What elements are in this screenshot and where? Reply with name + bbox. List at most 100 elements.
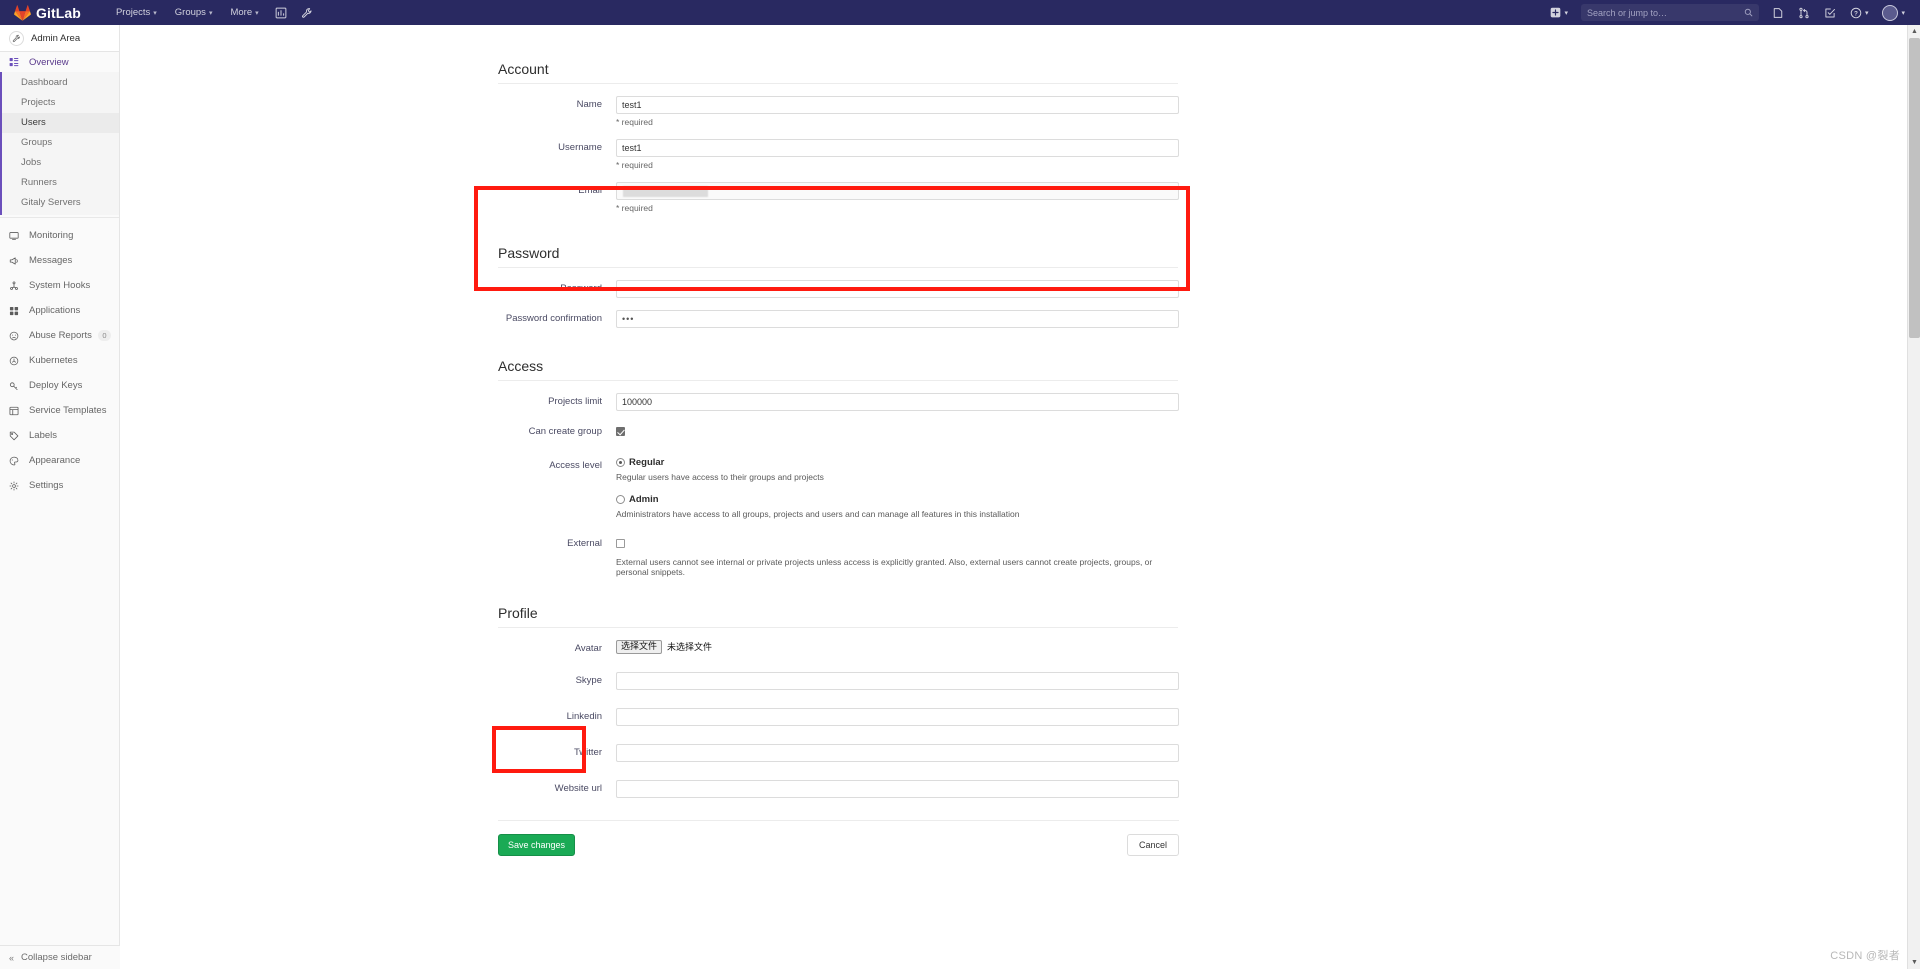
- sidebar-item-service-templates[interactable]: Service Templates: [0, 398, 119, 423]
- nav-link-more[interactable]: More ▾: [221, 0, 267, 25]
- website-url-input[interactable]: [616, 780, 1179, 798]
- plus-square-icon[interactable]: ▾: [1543, 0, 1575, 25]
- sidebar-item-deploy-keys[interactable]: Deploy Keys: [0, 373, 119, 398]
- projects-limit-input[interactable]: 100000: [616, 393, 1179, 411]
- account-section-title: Account: [498, 61, 1178, 84]
- sidebar-item-system-hooks[interactable]: System Hooks: [0, 273, 119, 298]
- sidebar-divider: [0, 217, 119, 218]
- access-level-option-admin[interactable]: Admin: [616, 494, 1178, 505]
- nav-link-projects[interactable]: Projects ▾: [107, 0, 166, 25]
- hook-icon: [9, 280, 22, 291]
- password-input[interactable]: •••: [616, 280, 1179, 298]
- sidebar-item-runners[interactable]: Runners: [2, 173, 119, 193]
- gitlab-home-link[interactable]: GitLab: [0, 0, 89, 25]
- email-input[interactable]: [616, 182, 1179, 200]
- sidebar-item-dashboard[interactable]: Dashboard: [2, 73, 119, 93]
- collapse-sidebar-button[interactable]: « Collapse sidebar: [0, 945, 120, 969]
- username-input[interactable]: test1: [616, 139, 1179, 157]
- template-icon: [9, 406, 22, 416]
- field-website-url: Website url: [498, 780, 1179, 798]
- sidebar-item-applications[interactable]: Applications: [0, 298, 119, 323]
- password-label: Password: [560, 283, 602, 294]
- sidebar-item-users[interactable]: Users: [2, 113, 119, 133]
- username-required-hint: * required: [616, 160, 653, 170]
- sidebar-item-abuse-reports[interactable]: Abuse Reports 0: [0, 323, 119, 348]
- admin-description: Administrators have access to all groups…: [616, 509, 1020, 519]
- sidebar-item-gitaly-servers[interactable]: Gitaly Servers: [2, 193, 119, 213]
- sidebar-item-jobs[interactable]: Jobs: [2, 153, 119, 173]
- sidebar-item-appearance[interactable]: Appearance: [0, 448, 119, 473]
- todos-checklist-icon[interactable]: [1817, 0, 1843, 25]
- analytics-chart-icon[interactable]: [268, 0, 294, 25]
- sidebar-item-label: System Hooks: [29, 280, 91, 291]
- field-projects-limit: Projects limit 100000: [498, 393, 1179, 411]
- sidebar-item-label: Settings: [29, 480, 64, 491]
- twitter-input[interactable]: [616, 744, 1179, 762]
- gitlab-tanuki-icon: [14, 4, 31, 21]
- chevron-down-icon: ▾: [255, 10, 259, 17]
- twitter-label: Twitter: [574, 747, 602, 758]
- username-label: Username: [558, 142, 602, 153]
- can-create-group-checkbox[interactable]: [616, 427, 625, 437]
- key-icon: [9, 381, 22, 391]
- sidebar-item-overview[interactable]: Overview: [0, 52, 119, 72]
- sidebar-item-monitoring[interactable]: Monitoring: [0, 223, 119, 248]
- admin-radio[interactable]: [616, 495, 625, 504]
- sidebar-item-label: Appearance: [29, 455, 81, 466]
- field-can-create-group: Can create group: [498, 423, 1178, 441]
- regular-radio[interactable]: [616, 458, 625, 467]
- skype-input[interactable]: [616, 672, 1179, 690]
- merge-request-icon[interactable]: [1791, 0, 1817, 25]
- external-label: External: [567, 538, 602, 549]
- user-menu[interactable]: ▾: [1875, 0, 1912, 25]
- sidebar-item-projects[interactable]: Projects: [2, 93, 119, 113]
- external-checkbox[interactable]: [616, 539, 625, 549]
- field-external: External External users cannot see inter…: [498, 535, 1178, 577]
- name-input[interactable]: test1: [616, 96, 1179, 114]
- sidebar-item-messages[interactable]: Messages: [0, 248, 119, 273]
- cancel-button[interactable]: Cancel: [1126, 834, 1179, 856]
- scroll-up-arrow-icon[interactable]: ▲: [1908, 25, 1920, 38]
- password-confirmation-input[interactable]: •••: [616, 310, 1179, 328]
- collapse-sidebar-label: Collapse sidebar: [21, 952, 92, 963]
- wrench-icon: [9, 30, 24, 46]
- sidebar-item-groups[interactable]: Groups: [2, 133, 119, 153]
- search-input[interactable]: Search or jump to…: [1580, 4, 1759, 22]
- admin-wrench-icon[interactable]: [294, 0, 320, 25]
- account-section: Account Name test1 * required Username t…: [498, 25, 1179, 213]
- sidebar-item-labels[interactable]: Labels: [0, 423, 119, 448]
- nav-link-groups[interactable]: Groups ▾: [166, 0, 222, 25]
- sidebar-item-label: Monitoring: [29, 230, 74, 241]
- appearance-palette-icon: [9, 456, 22, 466]
- field-avatar: Avatar 选择文件 未选择文件: [498, 640, 1178, 654]
- help-question-icon[interactable]: ? ▾: [1843, 0, 1876, 25]
- chevron-down-icon: ▾: [153, 10, 157, 17]
- user-edit-form: Account Name test1 * required Username t…: [498, 25, 1179, 856]
- scroll-down-arrow-icon[interactable]: ▼: [1908, 956, 1920, 969]
- external-description: External users cannot see internal or pr…: [616, 557, 1153, 577]
- regular-description: Regular users have access to their group…: [616, 472, 824, 482]
- search-icon: [1744, 4, 1753, 22]
- abuse-reports-badge: 0: [98, 330, 111, 341]
- svg-text:?: ?: [1854, 10, 1858, 17]
- double-chevron-left-icon: «: [9, 952, 15, 963]
- watermark: CSDN @裂者: [1830, 950, 1900, 962]
- avatar-choose-file-button[interactable]: 选择文件: [616, 640, 663, 654]
- field-twitter: Twitter: [498, 744, 1179, 762]
- top-navbar: GitLab Projects ▾ Groups ▾ More ▾ ▾ Sear…: [0, 0, 1920, 25]
- sidebar-item-kubernetes[interactable]: Kubernetes: [0, 348, 119, 373]
- gear-icon: [9, 481, 22, 491]
- field-name: Name test1 * required: [498, 96, 1179, 127]
- linkedin-input[interactable]: [616, 708, 1179, 726]
- access-level-option-regular[interactable]: Regular: [616, 457, 1178, 468]
- scrollbar-thumb[interactable]: [1909, 38, 1920, 338]
- sidebar-item-settings[interactable]: Settings: [0, 473, 119, 498]
- overview-grid-icon: [9, 57, 22, 67]
- save-changes-button[interactable]: Save changes: [498, 834, 576, 856]
- vertical-scrollbar[interactable]: ▲ ▼: [1907, 25, 1920, 969]
- sidebar-header[interactable]: Admin Area: [0, 25, 119, 52]
- issues-icon[interactable]: [1765, 0, 1791, 25]
- field-username: Username test1 * required: [498, 139, 1179, 170]
- abuse-face-icon: [9, 331, 22, 341]
- access-section: Access Projects limit 100000 Can create …: [498, 328, 1179, 577]
